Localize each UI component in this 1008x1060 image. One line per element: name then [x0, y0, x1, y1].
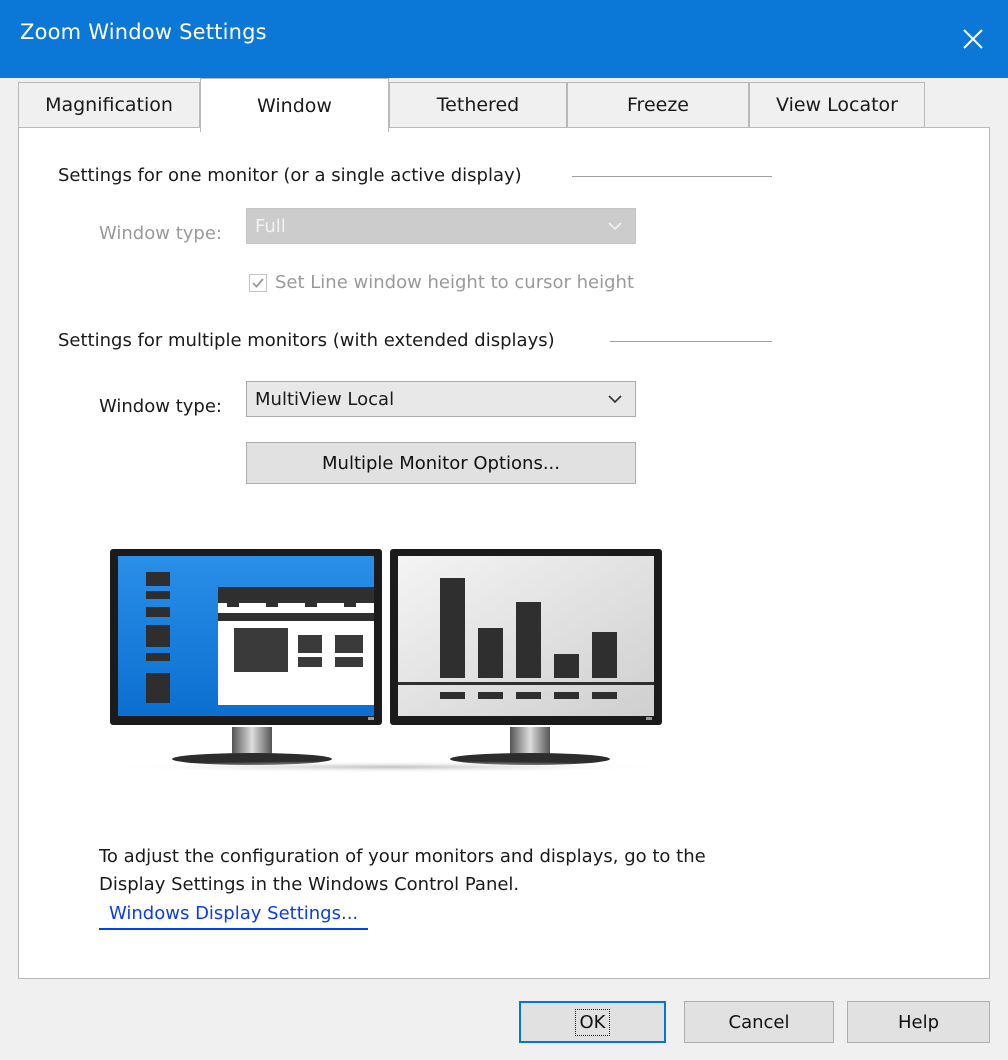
line-height-checkbox-label: Set Line window height to cursor height — [275, 272, 635, 293]
tab-strip: Magnification Window Tethered Freeze Vie… — [18, 78, 1008, 132]
tab-freeze[interactable]: Freeze — [567, 82, 749, 127]
right-monitor — [390, 549, 662, 765]
multi-window-type-label: Window type: — [99, 396, 222, 417]
checkmark-icon — [252, 277, 264, 288]
chevron-down-icon — [608, 222, 622, 231]
single-window-type-value: Full — [255, 215, 286, 237]
left-monitor — [110, 549, 382, 765]
single-monitor-heading: Settings for one monitor (or a single ac… — [58, 165, 522, 186]
single-window-type-select[interactable]: Full — [246, 208, 636, 244]
ok-button-label: OK — [574, 1008, 611, 1036]
tab-magnification[interactable]: Magnification — [18, 82, 200, 127]
title-bar: Zoom Window Settings — [0, 0, 1008, 78]
multi-window-type-select[interactable]: MultiView Local — [246, 381, 636, 417]
tab-window[interactable]: Window — [200, 78, 389, 132]
tab-view-locator[interactable]: View Locator — [749, 82, 925, 127]
divider — [572, 176, 772, 177]
help-button[interactable]: Help — [847, 1001, 990, 1043]
multi-window-type-value: MultiView Local — [255, 388, 395, 410]
divider — [610, 341, 772, 342]
cancel-button[interactable]: Cancel — [684, 1001, 834, 1043]
ok-button[interactable]: OK — [519, 1001, 666, 1043]
multiple-monitor-options-button[interactable]: Multiple Monitor Options... — [246, 442, 636, 484]
display-settings-info: To adjust the configuration of your moni… — [99, 846, 706, 895]
chevron-down-icon — [608, 395, 622, 404]
window-title: Zoom Window Settings — [20, 20, 267, 44]
windows-display-settings-link[interactable]: Windows Display Settings... — [99, 903, 369, 930]
close-button[interactable] — [938, 0, 1008, 78]
dual-monitor-illustration — [105, 549, 675, 773]
single-window-type-label: Window type: — [99, 223, 222, 244]
line-height-checkbox[interactable] — [249, 273, 267, 292]
line-height-checkbox-row[interactable]: Set Line window height to cursor height — [249, 272, 634, 293]
multi-monitor-heading: Settings for multiple monitors (with ext… — [58, 330, 555, 351]
close-icon — [963, 29, 983, 49]
tab-tethered[interactable]: Tethered — [389, 82, 567, 127]
